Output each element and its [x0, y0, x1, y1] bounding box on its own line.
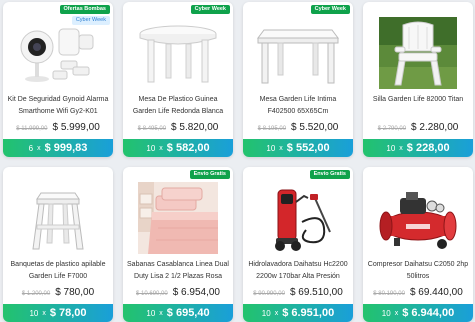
free-shipping-badge: Envío Gratis: [189, 170, 230, 179]
price-row: $ 10.690,00 $ 6.954,00: [123, 287, 233, 298]
price-row: $ 1.200,00 $ 780,00: [3, 287, 113, 298]
product-title[interactable]: Mesa De Plastico Guinea Garden Life Redo…: [127, 94, 229, 120]
stool-image[interactable]: [8, 181, 108, 255]
badge-group: Cyber Week: [310, 5, 350, 14]
current-price: $ 2.280,00: [411, 122, 459, 133]
cyber-week-badge: Cyber Week: [310, 5, 350, 14]
installments-times: x: [394, 309, 399, 317]
current-price: $ 5.999,00: [52, 122, 100, 133]
installments-count: 10: [266, 143, 276, 153]
badge-group: Ofertas Bombas Cyber Week: [59, 5, 110, 25]
old-price: $ 11.999,00: [16, 126, 48, 132]
installments-count: 10: [29, 308, 39, 318]
product-title[interactable]: Kit De Seguridad Gynoid Alarma Smarthome…: [7, 94, 109, 120]
badge-group: Envío Gratis: [189, 170, 230, 179]
promo-badge: Ofertas Bombas: [59, 5, 110, 14]
bed-sheets-image[interactable]: [128, 181, 228, 255]
installments-times: x: [279, 144, 283, 152]
price-row: $ 90.990,00 $ 69.510,00: [243, 287, 353, 298]
installment-amount: $ 999,83: [44, 142, 88, 154]
current-price: $ 6.954,00: [172, 287, 220, 298]
installments-times: x: [274, 309, 279, 317]
price-row: $ 80.190,00 $ 69.440,00: [363, 287, 473, 298]
installments-bar: 10 x $ 228,00: [363, 139, 473, 157]
product-card[interactable]: Compresor Daihatsu C2050 2hp 50litros $ …: [363, 167, 473, 322]
current-price: $ 5.820,00: [171, 122, 219, 133]
product-title[interactable]: Sabanas Casablanca Linea Dual Duty Lisa …: [127, 259, 229, 285]
installments-bar: 10 x $ 695,40: [123, 304, 233, 322]
current-price: $ 5.520,00: [291, 122, 339, 133]
product-card[interactable]: Ofertas Bombas Cyber Week Kit De Segurid…: [3, 2, 113, 157]
security-camera-kit-image[interactable]: [8, 16, 108, 90]
installments-bar: 10 x $ 552,00: [243, 139, 353, 157]
installments-bar: 10 x $ 78,00: [3, 304, 113, 322]
product-card[interactable]: Envío Gratis Sabanas Casablanca Linea Du…: [123, 167, 233, 322]
current-price: $ 69.440,00: [409, 287, 463, 298]
installments-bar: 10 x $ 582,00: [123, 139, 233, 157]
installments-bar: 10 x $ 6.944,00: [363, 304, 473, 322]
product-title[interactable]: Silla Garden Life 82000 Titan: [367, 94, 469, 120]
installments-times: x: [159, 144, 163, 152]
installments-count: 6: [28, 143, 34, 153]
badge-group: Cyber Week: [190, 5, 230, 14]
installment-amount: $ 582,00: [166, 142, 210, 154]
price-row: $ 8.195,00 $ 5.520,00: [243, 122, 353, 133]
installments-times: x: [42, 309, 46, 317]
cyber-week-badge: Cyber Week: [71, 16, 110, 25]
old-price: $ 8.495,00: [137, 126, 167, 132]
installments-times: x: [399, 144, 403, 152]
current-price: $ 69.510,00: [289, 287, 343, 298]
installment-amount: $ 6.944,00: [402, 307, 455, 319]
installment-amount: $ 6.951,00: [282, 307, 335, 319]
product-title[interactable]: Compresor Daihatsu C2050 2hp 50litros: [367, 259, 469, 285]
installments-count: 10: [381, 308, 391, 318]
product-card[interactable]: Cyber Week Mesa Garden Life Intima F4025…: [243, 2, 353, 157]
square-table-image[interactable]: [248, 16, 348, 90]
price-row: $ 2.790,00 $ 2.280,00: [363, 122, 473, 133]
product-card[interactable]: Silla Garden Life 82000 Titan $ 2.790,00…: [363, 2, 473, 157]
installments-bar: 10 x $ 6.951,00: [243, 304, 353, 322]
product-title[interactable]: Mesa Garden Life Intima F402500 65X65Cm: [247, 94, 349, 120]
air-compressor-image[interactable]: [368, 181, 468, 255]
product-card[interactable]: Envío Gratis Hidrolavadora Daihatsu Hc22…: [243, 167, 353, 322]
product-title[interactable]: Banquetas de plastico apilable Garden Li…: [7, 259, 109, 285]
installment-amount: $ 552,00: [286, 142, 330, 154]
round-table-image[interactable]: [128, 16, 228, 90]
old-price: $ 10.690,00: [136, 291, 168, 297]
installment-amount: $ 695,40: [166, 307, 210, 319]
product-card[interactable]: Cyber Week Mesa De Plastico Guinea Garde…: [123, 2, 233, 157]
product-title[interactable]: Hidrolavadora Daihatsu Hc2200 2200w 170b…: [247, 259, 349, 285]
product-card[interactable]: Banquetas de plastico apilable Garden Li…: [3, 167, 113, 322]
price-row: $ 8.495,00 $ 5.820,00: [123, 122, 233, 133]
free-shipping-badge: Envío Gratis: [309, 170, 350, 179]
old-price: $ 2.790,00: [377, 126, 407, 132]
old-price: $ 1.200,00: [21, 291, 51, 297]
pressure-washer-image[interactable]: [248, 181, 348, 255]
price-row: $ 11.999,00 $ 5.999,00: [3, 122, 113, 133]
old-price: $ 8.195,00: [257, 126, 287, 132]
old-price: $ 80.190,00: [373, 291, 405, 297]
installments-count: 10: [386, 143, 396, 153]
old-price: $ 90.990,00: [253, 291, 285, 297]
installments-times: x: [37, 144, 41, 152]
installments-times: x: [159, 309, 163, 317]
installments-count: 10: [146, 308, 156, 318]
cyber-week-badge: Cyber Week: [190, 5, 230, 14]
installments-bar: 6 x $ 999,83: [3, 139, 113, 157]
installments-count: 10: [261, 308, 271, 318]
badge-group: Envío Gratis: [309, 170, 350, 179]
garden-chair-image[interactable]: [368, 16, 468, 90]
installments-count: 10: [146, 143, 156, 153]
installment-amount: $ 78,00: [49, 307, 87, 319]
installment-amount: $ 228,00: [406, 142, 450, 154]
current-price: $ 780,00: [55, 287, 95, 298]
